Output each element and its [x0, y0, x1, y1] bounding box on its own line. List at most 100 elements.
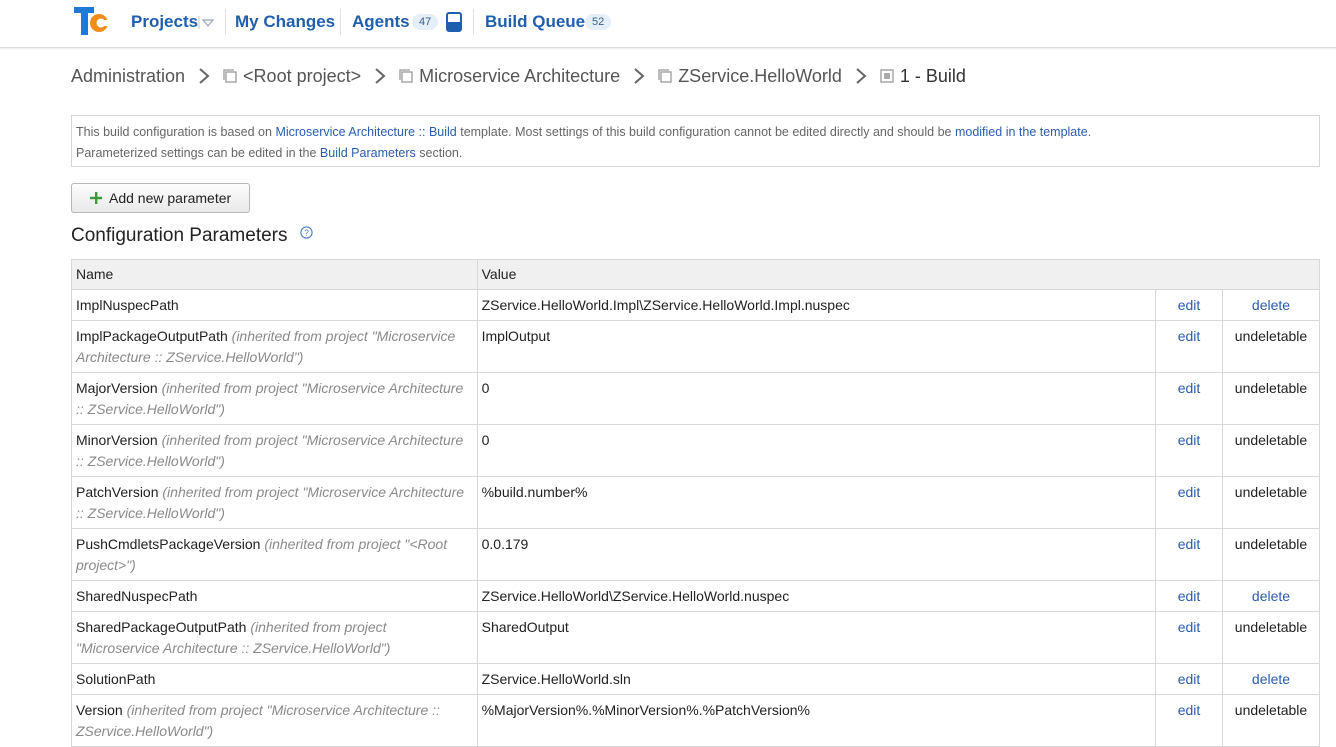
parameter-value-cell: %MajorVersion%.%MinorVersion%.%PatchVers…: [476, 694, 1157, 747]
table-row: MinorVersion (inherited from project "Mi…: [71, 424, 1321, 477]
parameter-name-cell: Version (inherited from project "Microse…: [71, 694, 478, 747]
chevron-right-icon: [199, 68, 210, 84]
info-line-2: Parameterized settings can be edited in …: [76, 143, 1315, 164]
table-row: ImplNuspecPath ZService.HelloWorld.Impl\Z…: [71, 289, 1321, 321]
info-text: .: [1087, 125, 1092, 139]
parameter-name-cell: MinorVersion (inherited from project "Mi…: [71, 424, 478, 477]
edit-link[interactable]: edit: [1178, 432, 1201, 448]
parameter-value-cell: 0: [476, 424, 1157, 477]
parameter-name-cell: PatchVersion (inherited from project "Mi…: [71, 476, 478, 529]
add-new-parameter-label: Add new parameter: [109, 190, 232, 206]
table-row: MajorVersion (inherited from project "Mi…: [71, 372, 1321, 425]
nav-separator: [340, 9, 341, 35]
top-navigation-bar: Projects My Changes Agents 47 Build Queu…: [0, 0, 1336, 48]
parameter-name: SharedNuspecPath: [76, 588, 198, 604]
parameter-value-cell: ImplOutput: [476, 320, 1157, 373]
parameter-name-cell: PushCmdletsPackageVersion (inherited fro…: [71, 528, 478, 581]
table-row: ImplPackageOutputPath (inherited from pr…: [71, 320, 1321, 373]
nav-my-changes[interactable]: My Changes: [235, 11, 335, 33]
edit-cell: edit: [1155, 663, 1223, 695]
edit-link[interactable]: edit: [1178, 380, 1201, 396]
action-cell: delete: [1221, 580, 1321, 612]
agent-status-icon[interactable]: [446, 12, 462, 32]
template-link[interactable]: Microservice Architecture :: Build: [275, 125, 456, 139]
parameter-name: SharedPackageOutputPath: [76, 619, 247, 635]
build-configuration-icon: [880, 69, 894, 83]
agents-count-badge: 47: [412, 14, 439, 30]
nav-projects[interactable]: Projects: [131, 11, 198, 33]
edit-link[interactable]: edit: [1178, 702, 1201, 718]
build-parameters-link[interactable]: Build Parameters: [320, 146, 416, 160]
edit-link[interactable]: edit: [1178, 619, 1201, 635]
undeletable-label: undeletable: [1234, 619, 1308, 635]
modified-in-template-link[interactable]: modified in the template: [955, 125, 1088, 139]
edit-link[interactable]: edit: [1178, 328, 1201, 344]
info-text: template. Most settings of this build co…: [456, 125, 955, 139]
edit-link[interactable]: edit: [1178, 297, 1201, 313]
action-cell: undeletable: [1221, 476, 1321, 529]
edit-cell: edit: [1155, 372, 1223, 425]
chevron-right-icon: [634, 68, 645, 84]
delete-link[interactable]: delete: [1252, 671, 1290, 687]
teamcity-logo-icon[interactable]: [74, 7, 110, 37]
breadcrumb-zservice-helloworld[interactable]: ZService.HelloWorld: [678, 66, 842, 87]
nav-agents[interactable]: Agents: [352, 11, 410, 33]
breadcrumb-root-project[interactable]: <Root project>: [243, 66, 361, 87]
help-icon[interactable]: ?: [300, 226, 313, 239]
table-row: SharedNuspecPath ZService.HelloWorld\ZSer…: [71, 580, 1321, 612]
breadcrumb-microservice-architecture[interactable]: Microservice Architecture: [419, 66, 620, 87]
parameter-name-cell: ImplNuspecPath: [71, 289, 478, 321]
parameter-name-cell: MajorVersion (inherited from project "Mi…: [71, 372, 478, 425]
parameter-name: MajorVersion: [76, 380, 158, 396]
nav-separator: [225, 9, 226, 35]
info-text: This build configuration is based on: [76, 125, 276, 139]
chevron-right-icon: [375, 68, 386, 84]
edit-cell: edit: [1155, 528, 1223, 581]
parameter-value-cell: ZService.HelloWorld.Impl\ZService.HelloW…: [476, 289, 1157, 321]
edit-link[interactable]: edit: [1178, 588, 1201, 604]
undeletable-label: undeletable: [1234, 380, 1308, 396]
parameter-name-cell: SolutionPath: [71, 663, 478, 695]
build-queue-count-badge: 52: [585, 14, 612, 30]
add-new-parameter-button[interactable]: Add new parameter: [71, 183, 250, 213]
edit-cell: edit: [1155, 694, 1223, 747]
action-cell: delete: [1221, 289, 1321, 321]
action-cell: undeletable: [1221, 611, 1321, 664]
configuration-parameters-table: Name Value ImplNuspecPath ZService.HelloW…: [71, 259, 1321, 747]
breadcrumb: Administration <Root project> Microservi…: [71, 63, 966, 89]
undeletable-label: undeletable: [1234, 484, 1308, 500]
parameter-value-cell: SharedOutput: [476, 611, 1157, 664]
parameter-name: PushCmdletsPackageVersion: [76, 536, 261, 552]
edit-cell: edit: [1155, 476, 1223, 529]
inherited-note: (inherited from project "Microservice Ar…: [76, 702, 440, 739]
edit-link[interactable]: edit: [1178, 536, 1201, 552]
undeletable-label: undeletable: [1234, 702, 1308, 718]
table-row: PatchVersion (inherited from project "Mi…: [71, 476, 1321, 529]
project-icon: [399, 69, 413, 83]
parameter-name: Version: [76, 702, 123, 718]
edit-link[interactable]: edit: [1178, 671, 1201, 687]
page-title: Configuration Parameters: [71, 225, 288, 246]
parameter-value-cell: 0.0.179: [476, 528, 1157, 581]
table-body: ImplNuspecPath ZService.HelloWorld.Impl\Z…: [71, 289, 1321, 747]
parameter-value-cell: ZService.HelloWorld\ZService.HelloWorld.…: [476, 580, 1157, 612]
edit-link[interactable]: edit: [1178, 484, 1201, 500]
edit-cell: edit: [1155, 320, 1223, 373]
column-header-value: Value: [476, 259, 1321, 290]
info-text: section.: [415, 146, 463, 160]
action-cell: delete: [1221, 663, 1321, 695]
delete-link[interactable]: delete: [1252, 588, 1290, 604]
breadcrumb-administration[interactable]: Administration: [71, 66, 185, 87]
table-row: SolutionPath ZService.HelloWorld.sln edit d…: [71, 663, 1321, 695]
undeletable-label: undeletable: [1234, 328, 1308, 344]
delete-link[interactable]: delete: [1252, 297, 1290, 313]
table-row: SharedPackageOutputPath (inherited from …: [71, 611, 1321, 664]
parameter-value-cell: %build.number%: [476, 476, 1157, 529]
nav-build-queue[interactable]: Build Queue: [485, 11, 585, 33]
projects-dropdown-icon[interactable]: [198, 13, 216, 31]
template-info-box: This build configuration is based on Mic…: [71, 115, 1320, 167]
action-cell: undeletable: [1221, 528, 1321, 581]
edit-cell: edit: [1155, 424, 1223, 477]
parameter-name: SolutionPath: [76, 671, 156, 687]
svg-text:?: ?: [304, 228, 309, 238]
